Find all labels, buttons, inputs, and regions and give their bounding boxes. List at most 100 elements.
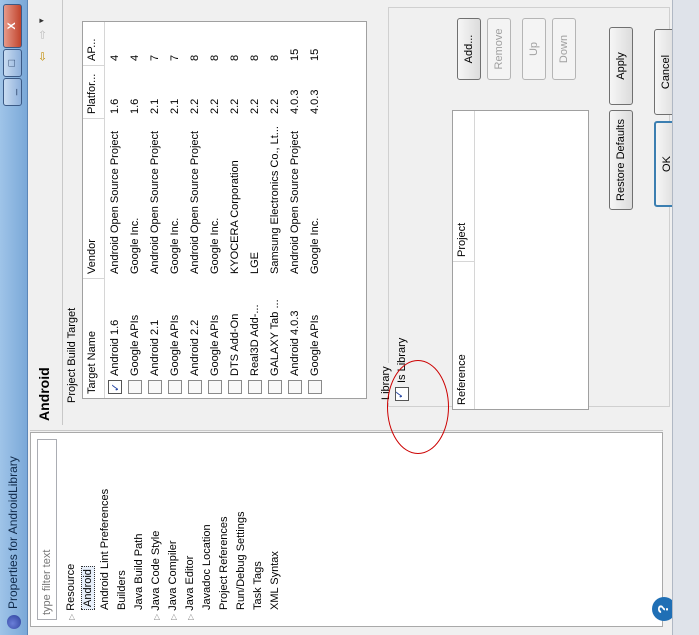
target-checkbox[interactable] — [248, 380, 263, 394]
table-row[interactable]: Android 2.1 Android Open Source Project 2.… — [145, 21, 165, 398]
minimize-button[interactable]: _ — [3, 78, 22, 106]
tree-item-project-references[interactable]: Project References — [216, 437, 233, 620]
window-frame-edge — [672, 0, 699, 635]
column-header-reference[interactable]: Reference — [453, 261, 475, 409]
tree-item-java-code-style[interactable]: ▷ Java Code Style — [148, 437, 165, 620]
target-name-cell: Google APIs — [305, 278, 325, 398]
tree-item-java-editor[interactable]: ▷ Java Editor — [182, 437, 199, 620]
vendor-cell: Android Open Source Project — [109, 130, 121, 274]
target-checkbox[interactable] — [288, 380, 303, 394]
tree-item-run-debug[interactable]: Run/Debug Settings — [233, 437, 250, 620]
forward-arrow-icon[interactable]: ⇨ — [36, 30, 49, 39]
maximize-button[interactable]: □ — [3, 49, 22, 77]
back-arrow-icon[interactable]: ⇦ — [36, 52, 49, 61]
table-row[interactable]: Google APIs Google Inc. 1.6 4 — [125, 21, 145, 398]
expand-arrow-icon[interactable]: ▷ — [152, 614, 161, 620]
page-title: Android — [36, 367, 52, 421]
target-name-cell: Android 4.0.3 — [285, 278, 305, 398]
platform-cell: 1.6 — [129, 98, 141, 114]
table-row[interactable]: Android 2.2 Android Open Source Project 2.… — [185, 21, 205, 398]
target-name-cell: Google APIs — [205, 278, 225, 398]
vendor-cell: KYOCERA Corporation — [229, 160, 241, 274]
library-reference-table: Reference Project — [452, 110, 589, 410]
api-cell: 4 — [109, 54, 121, 61]
table-row[interactable]: Android 1.6 Android Open Source Project 1.… — [105, 21, 125, 398]
platform-cell: 2.2 — [229, 98, 241, 114]
api-cell: 4 — [129, 54, 141, 61]
table-row[interactable]: Google APIs Google Inc. 2.1 7 — [165, 21, 185, 398]
apply-button[interactable]: Apply — [609, 27, 633, 105]
pane-divider[interactable] — [30, 427, 663, 431]
expand-arrow-icon[interactable]: ▷ — [186, 614, 195, 620]
close-button[interactable]: X — [3, 4, 22, 48]
platform-cell: 1.6 — [109, 98, 121, 114]
table-row[interactable]: Real3D Add-... LGE 2.2 8 — [245, 21, 265, 398]
column-header-api[interactable]: AP... — [83, 21, 105, 65]
column-header-project[interactable]: Project — [453, 110, 475, 261]
filter-input[interactable] — [37, 439, 57, 620]
target-checkbox[interactable] — [128, 380, 143, 394]
target-checkbox[interactable] — [108, 380, 123, 394]
target-name-cell: Android 2.2 — [185, 278, 205, 398]
vendor-cell: Google Inc. — [209, 217, 221, 274]
expand-arrow-icon[interactable]: ▷ — [169, 614, 178, 620]
down-button[interactable]: Down — [552, 18, 576, 80]
header-separator — [62, 0, 63, 425]
target-checkbox[interactable] — [188, 380, 203, 394]
tree-item-javadoc-location[interactable]: Javadoc Location — [199, 437, 216, 620]
target-name-cell: Android 1.6 — [105, 278, 125, 398]
vendor-cell: LGE — [249, 251, 261, 274]
target-name-cell: Google APIs — [165, 278, 185, 398]
tree-item-android-lint[interactable]: Android Lint Preferences — [97, 437, 114, 620]
vendor-cell: Android Open Source Project — [189, 130, 201, 274]
target-checkbox[interactable] — [268, 380, 283, 394]
table-row[interactable]: Android 4.0.3 Android Open Source Project… — [285, 21, 305, 398]
column-header-platform[interactable]: Platfor... — [83, 65, 105, 118]
build-target-rows: Android 1.6 Android Open Source Project 1.… — [105, 21, 325, 398]
target-checkbox[interactable] — [208, 380, 223, 394]
platform-cell: 2.1 — [169, 98, 181, 114]
tree-item-java-compiler[interactable]: ▷ Java Compiler — [165, 437, 182, 620]
tree-item-java-build-path[interactable]: Java Build Path — [131, 437, 148, 620]
vendor-cell: Google Inc. — [169, 217, 181, 274]
api-cell: 15 — [309, 48, 321, 61]
table-row[interactable]: GALAXY Tab ... Samsung Electronics Co., L… — [265, 21, 285, 398]
target-name-cell: Real3D Add-... — [245, 278, 265, 398]
api-cell: 8 — [249, 54, 261, 61]
vendor-cell: Android Open Source Project — [289, 130, 301, 274]
target-name-cell: Google APIs — [125, 278, 145, 398]
expand-arrow-icon[interactable]: ▷ — [67, 614, 76, 620]
vendor-cell: Android Open Source Project — [149, 130, 161, 274]
platform-cell: 2.2 — [249, 98, 261, 114]
restore-defaults-button[interactable]: Restore Defaults — [609, 110, 633, 210]
eclipse-icon — [7, 615, 21, 629]
vendor-cell: Google Inc. — [129, 217, 141, 274]
annotation-circle — [387, 360, 449, 454]
platform-cell: 2.2 — [209, 98, 221, 114]
target-checkbox[interactable] — [148, 380, 163, 394]
target-checkbox[interactable] — [308, 380, 323, 394]
menu-dropdown-icon[interactable]: ▾ — [36, 18, 47, 23]
tree-item-resource[interactable]: ▷ Resource — [63, 437, 80, 620]
column-header-vendor[interactable]: Vendor — [83, 118, 105, 278]
table-row[interactable]: Google APIs Google Inc. 2.2 8 — [205, 21, 225, 398]
target-checkbox[interactable] — [228, 380, 243, 394]
platform-cell: 4.0.3 — [289, 89, 301, 114]
table-row[interactable]: Google APIs Google Inc. 4.0.3 15 — [305, 21, 325, 398]
platform-cell: 2.2 — [189, 98, 201, 114]
up-button[interactable]: Up — [522, 18, 546, 80]
target-checkbox[interactable] — [168, 380, 183, 394]
vendor-cell: Google Inc. — [309, 217, 321, 274]
tree-item-builders[interactable]: Builders — [114, 437, 131, 620]
remove-button[interactable]: Remove — [487, 18, 511, 80]
tree-item-android[interactable]: Android — [80, 437, 97, 620]
table-row[interactable]: DTS Add-On KYOCERA Corporation 2.2 8 — [225, 21, 245, 398]
target-name-cell: GALAXY Tab ... — [265, 278, 285, 398]
tree-item-xml-syntax[interactable]: XML Syntax — [267, 437, 284, 620]
column-header-target-name[interactable]: Target Name — [83, 278, 105, 398]
tree-item-task-tags[interactable]: Task Tags — [250, 437, 267, 620]
api-cell: 15 — [289, 48, 301, 61]
platform-cell: 2.1 — [149, 98, 161, 114]
add-button[interactable]: Add... — [457, 18, 481, 80]
build-target-table: Target Name Vendor Platfor... AP... Andr… — [82, 21, 367, 399]
